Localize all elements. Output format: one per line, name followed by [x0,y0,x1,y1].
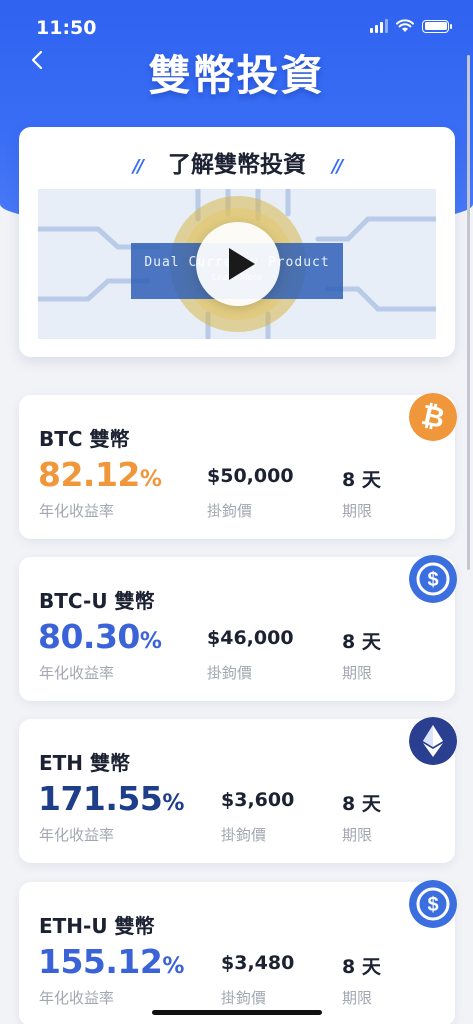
price-label: 掛鉤價 [207,664,253,682]
yield-value: 82.12 [38,455,140,494]
term-label: 期限 [342,989,373,1007]
video-heading: // 了解雙幣投資 // [19,145,455,179]
product-card-eth-u[interactable]: $ ETH-U 雙幣 155.12% 年化收益率 $3,480 掛鉤價 8 天 … [19,880,457,1024]
term-label: 期限 [342,664,373,682]
video-card: // 了解雙幣投資 // Dual Product [19,127,455,357]
term-label: 期限 [342,502,373,520]
svg-text:$: $ [427,569,438,591]
product-name: ETH-U 雙幣 [39,914,155,938]
yield-value: 80.30 [38,617,140,656]
price-label: 掛鉤價 [221,826,267,844]
yield-percent: % [162,791,185,816]
term-label: 期限 [342,826,373,844]
cellular-signal-icon [370,19,388,33]
ethereum-icon [409,717,457,765]
price-label: 掛鉤價 [207,502,253,520]
yield-value: 171.55 [38,779,163,818]
decor-slash-right: // [332,156,343,177]
video-thumbnail[interactable]: Dual Currency Product Learn More [38,189,436,339]
decor-slash-left: // [132,156,144,177]
product-card-btc-u[interactable]: $ BTC-U 雙幣 80.30% 年化收益率 $46,000 掛鉤價 8 天 … [19,555,457,701]
term-value: 8 天 [342,956,381,978]
battery-icon [422,19,452,33]
annual-yield: 155.12% [38,942,184,981]
status-bar: 11:50 [0,0,473,46]
yield-percent: % [139,467,162,492]
yield-label: 年化收益率 [39,989,115,1007]
home-indicator[interactable] [152,1010,322,1015]
page-title: 雙幣投資 [148,51,325,100]
yield-percent: % [139,629,162,654]
yield-label: 年化收益率 [39,664,115,682]
product-name: BTC 雙幣 [39,427,130,451]
annual-yield: 171.55% [38,779,184,818]
status-icons [370,19,452,33]
video-heading-text: 了解雙幣投資 [168,152,306,178]
term-value: 8 天 [342,631,381,653]
product-card-btc[interactable]: ₿ BTC 雙幣 82.12% 年化收益率 $50,000 掛鉤價 8 天 期限 [19,393,457,539]
product-name: BTC-U 雙幣 [39,589,155,613]
yield-label: 年化收益率 [39,826,115,844]
product-card-eth[interactable]: ETH 雙幣 171.55% 年化收益率 $3,600 掛鉤價 8 天 期限 [19,717,457,863]
strike-price: $46,000 [207,627,294,649]
term-value: 8 天 [342,793,381,815]
strike-price: $50,000 [207,465,294,487]
yield-label: 年化收益率 [39,502,115,520]
strike-price: $3,480 [221,952,295,974]
yield-percent: % [162,954,185,979]
annual-yield: 80.30% [38,617,162,656]
annual-yield: 82.12% [38,455,162,494]
usdc-icon: $ [409,880,457,928]
yield-value: 155.12 [38,942,163,981]
term-value: 8 天 [342,469,381,491]
strike-price: $3,600 [221,789,295,811]
dual-currency-screen: 11:50 雙幣投資 // 了解雙幣投資 // Dual Product ₿ B… [0,0,473,1024]
usdc-icon: $ [409,555,457,603]
wifi-icon [396,19,414,32]
svg-text:$: $ [427,894,438,916]
scrollbar[interactable] [467,55,470,570]
play-button[interactable] [196,222,280,306]
product-name: ETH 雙幣 [39,751,131,775]
status-time: 11:50 [36,17,97,39]
price-label: 掛鉤價 [221,989,267,1007]
bitcoin-icon: ₿ [409,393,457,441]
